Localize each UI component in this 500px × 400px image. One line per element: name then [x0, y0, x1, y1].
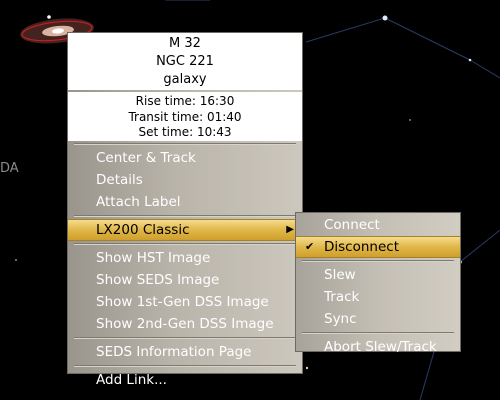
menu-item-label: LX200 Classic — [96, 222, 190, 238]
menu-item-show-dss1-image[interactable]: Show 1st-Gen DSS Image — [68, 291, 302, 313]
menu-item-label: Add Link... — [96, 372, 167, 388]
menu-item-details[interactable]: Details — [68, 169, 302, 191]
checkmark-icon: ✔ — [305, 240, 315, 253]
submenu-item-track[interactable]: Track — [296, 286, 460, 308]
menu-item-label: Show 1st-Gen DSS Image — [96, 294, 269, 310]
submenu-item-abort[interactable]: Abort Slew/Track — [296, 336, 460, 358]
menu-separator — [74, 215, 296, 217]
submenu-arrow-icon: ▶ — [286, 224, 294, 235]
set-time: Set time: 10:43 — [138, 125, 232, 139]
submenu-item-label: Abort Slew/Track — [324, 339, 437, 355]
menu-item-label: Details — [96, 172, 143, 188]
submenu-item-label: Track — [324, 289, 360, 305]
object-type: galaxy — [163, 72, 207, 87]
menu-item-show-dss2-image[interactable]: Show 2nd-Gen DSS Image — [68, 313, 302, 335]
object-header: M 32 NGC 221 galaxy — [68, 33, 302, 90]
object-context-menu[interactable]: M 32 NGC 221 galaxy Rise time: 16:30 Tra… — [67, 32, 303, 388]
menu-separator — [74, 365, 296, 367]
menu-separator — [74, 143, 296, 145]
object-times: Rise time: 16:30 Transit time: 01:40 Set… — [68, 92, 302, 141]
submenu-item-sync[interactable]: Sync — [296, 308, 460, 330]
submenu-item-label: Disconnect — [324, 239, 399, 255]
menu-item-show-seds-image[interactable]: Show SEDS Image — [68, 269, 302, 291]
submenu-item-label: Sync — [324, 311, 357, 327]
submenu-item-label: Slew — [324, 267, 356, 283]
menu-item-attach-label[interactable]: Attach Label — [68, 191, 302, 213]
menu-item-telescope[interactable]: LX200 Classic ▶ — [68, 219, 302, 241]
telescope-submenu[interactable]: Connect ✔ Disconnect Slew Track Sync Abo… — [295, 212, 461, 355]
rise-time: Rise time: 16:30 — [135, 94, 235, 108]
constellation-label: DA — [0, 161, 19, 176]
menu-separator — [74, 337, 296, 339]
menu-separator — [302, 260, 454, 262]
transit-time: Transit time: 01:40 — [128, 109, 242, 124]
menu-item-seds-info-page[interactable]: SEDS Information Page — [68, 341, 302, 363]
menu-item-label: Center & Track — [96, 150, 196, 166]
submenu-item-connect[interactable]: Connect — [296, 214, 460, 236]
object-name: M 32 — [169, 36, 201, 51]
object-catalog-id: NGC 221 — [156, 54, 214, 69]
menu-item-label: Attach Label — [96, 194, 181, 210]
menu-item-label: SEDS Information Page — [96, 344, 252, 360]
menu-item-center-track[interactable]: Center & Track — [68, 147, 302, 169]
submenu-item-label: Connect — [324, 217, 380, 233]
menu-item-show-hst-image[interactable]: Show HST Image — [68, 247, 302, 269]
menu-separator — [74, 243, 296, 245]
menu-separator — [302, 332, 454, 334]
submenu-item-disconnect[interactable]: ✔ Disconnect — [296, 236, 460, 258]
menu-item-add-link[interactable]: Add Link... — [68, 369, 302, 391]
menu-item-label: Show HST Image — [96, 250, 211, 266]
menu-item-label: Show SEDS Image — [96, 272, 220, 288]
menu-item-label: Show 2nd-Gen DSS Image — [96, 316, 274, 332]
submenu-item-slew[interactable]: Slew — [296, 264, 460, 286]
